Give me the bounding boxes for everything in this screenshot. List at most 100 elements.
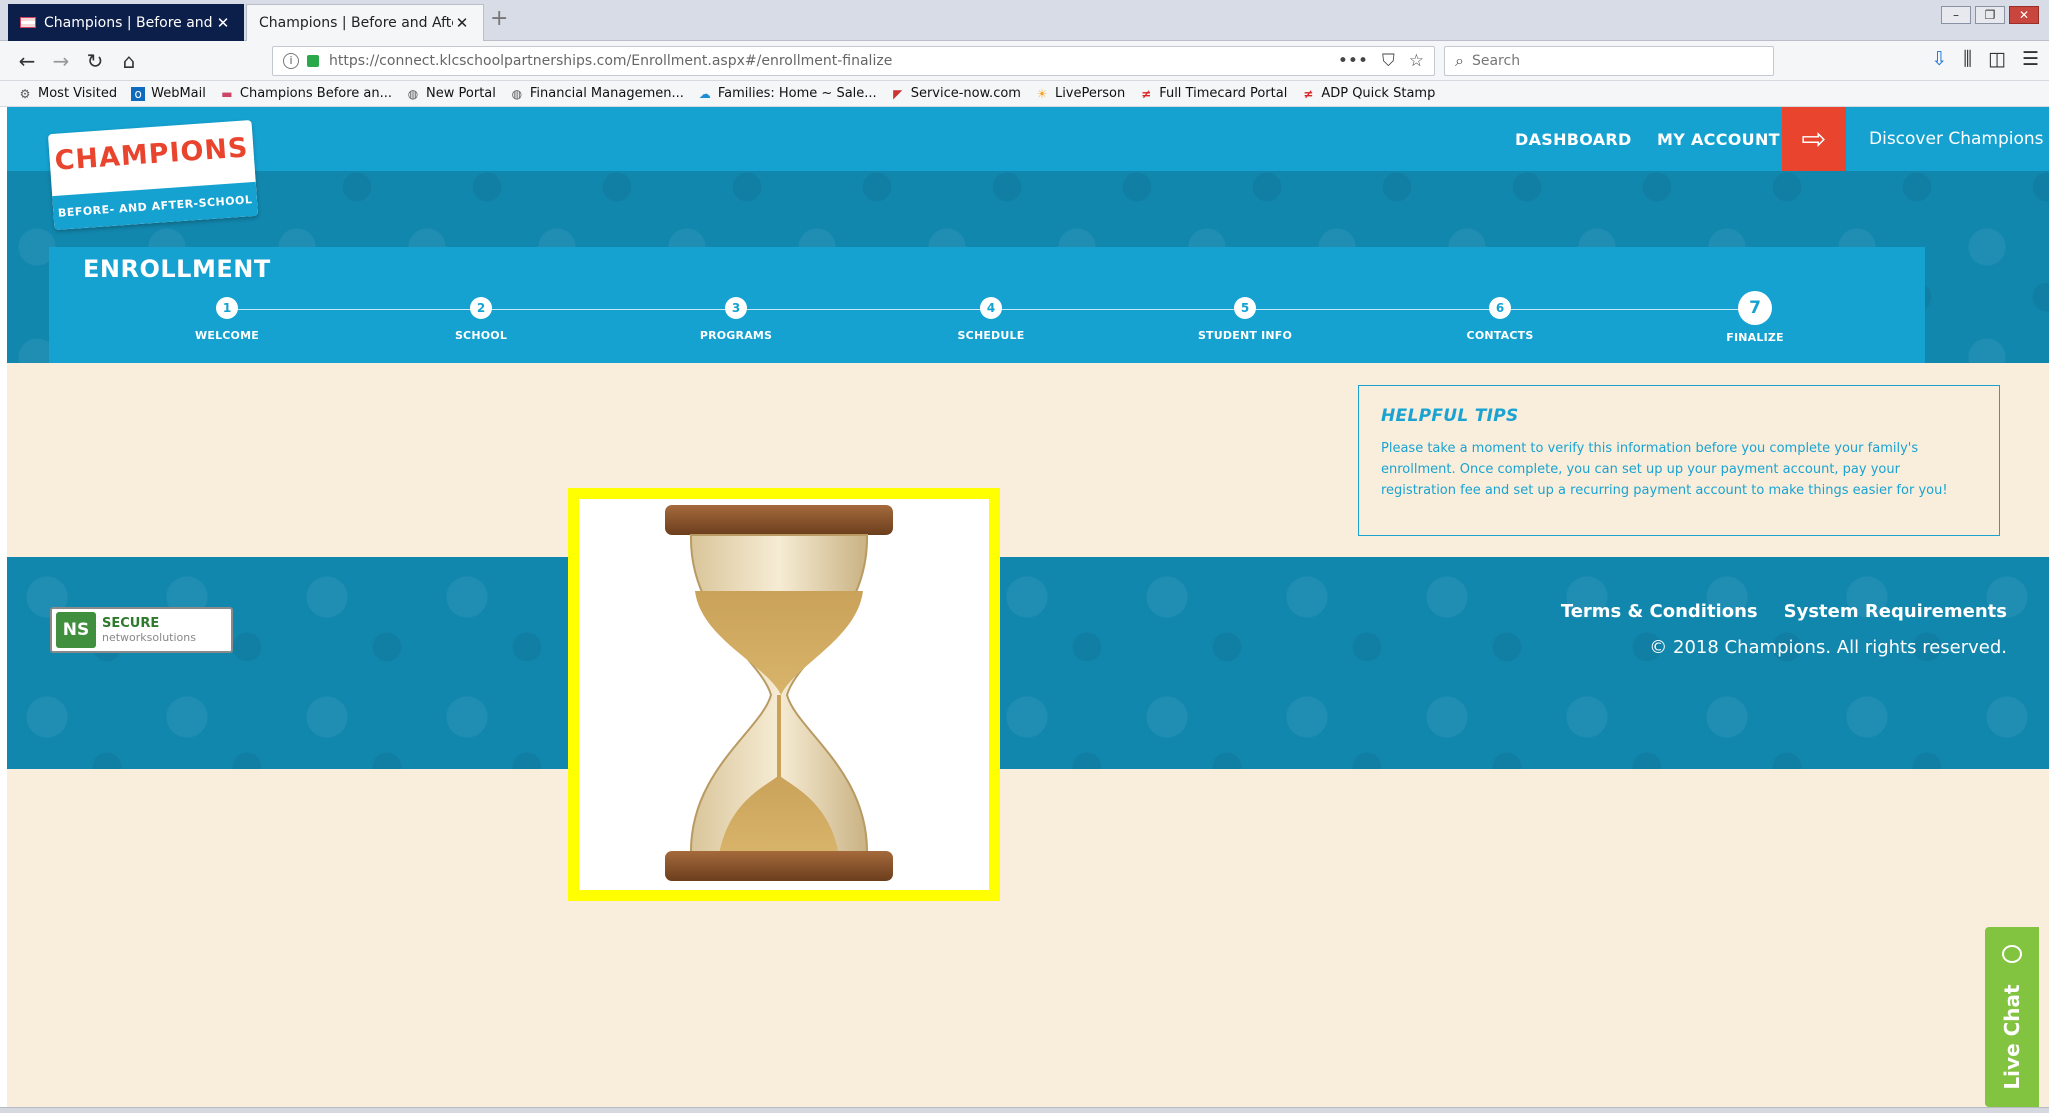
flag-favicon-icon xyxy=(20,17,36,28)
globe-icon: ◍ xyxy=(407,86,419,101)
bookmark-item[interactable]: ≠ Full Timecard Portal xyxy=(1139,86,1287,101)
library-icon[interactable]: ⫼ xyxy=(1963,48,1972,70)
tab-title: Champions | Before and After S xyxy=(44,14,214,31)
step-label: WELCOME xyxy=(195,329,259,342)
bookmark-item[interactable]: o WebMail xyxy=(131,86,206,101)
loading-hourglass-overlay xyxy=(568,488,1000,901)
toolbar-icons: ⇩ ⫼ ◫ ☰ xyxy=(1931,48,2039,70)
reload-icon[interactable]: ↻ xyxy=(82,48,108,74)
step-label: CONTACTS xyxy=(1466,329,1534,342)
bookmark-item[interactable]: ⚙ Most Visited xyxy=(18,86,118,101)
step-label: FINALIZE xyxy=(1726,331,1784,344)
lock-icon[interactable] xyxy=(307,55,319,67)
sun-icon: ☀ xyxy=(1036,86,1048,101)
tab-title: Champions | Before and After Scho xyxy=(259,15,453,31)
bookmark-item[interactable]: ◍ New Portal xyxy=(406,86,496,101)
step-school[interactable]: 2 SCHOOL xyxy=(401,297,561,342)
info-icon[interactable]: i xyxy=(283,53,299,69)
outlook-icon: o xyxy=(131,86,146,101)
page-content: DASHBOARD MY ACCOUNT ⇨ Discover Champion… xyxy=(7,107,2049,1107)
adp-icon: ≠ xyxy=(1303,86,1314,101)
step-number: 1 xyxy=(216,297,238,319)
close-window-icon[interactable]: ✕ xyxy=(2009,6,2039,24)
bookmark-item[interactable]: ◤ Service-now.com xyxy=(891,86,1021,101)
cloud-icon: ☁ xyxy=(698,86,711,101)
terms-link[interactable]: Terms & Conditions xyxy=(1561,601,1758,622)
copyright-text: © 2018 Champions. All rights reserved. xyxy=(1649,637,2007,658)
tips-heading: HELPFUL TIPS xyxy=(1381,406,1519,426)
bookmark-item[interactable]: ▬ Champions Before an... xyxy=(220,86,392,101)
search-input[interactable]: Search xyxy=(1472,53,1520,69)
my-account-link[interactable]: MY ACCOUNT xyxy=(1657,107,1780,171)
step-contacts[interactable]: 6 CONTACTS xyxy=(1420,297,1580,342)
bookmark-item[interactable]: ☀ LivePerson xyxy=(1035,86,1126,101)
menu-icon[interactable]: ☰ xyxy=(2022,48,2039,70)
minimize-icon[interactable]: – xyxy=(1941,6,1971,24)
tips-body: Please take a moment to verify this info… xyxy=(1381,441,1948,498)
browser-tab-bar: Champions | Before and After S ✕ Champio… xyxy=(0,0,2049,41)
new-tab-button[interactable]: + xyxy=(490,6,508,31)
champions-logo[interactable]: CHAMPIONS BEFORE- AND AFTER-SCHOOL xyxy=(47,120,259,230)
servicenow-icon: ◤ xyxy=(893,86,903,101)
taskbar-strip xyxy=(0,1107,2049,1113)
pocket-icon[interactable]: ⛉ xyxy=(1382,51,1395,71)
page-title: ENROLLMENT xyxy=(83,255,271,283)
close-tab-icon[interactable]: ✕ xyxy=(453,14,471,32)
back-arrow-icon[interactable]: ← xyxy=(14,48,40,74)
sidebar-icon[interactable]: ◫ xyxy=(1988,48,2006,70)
bookmark-item[interactable]: ≠ ADP Quick Stamp xyxy=(1301,86,1435,101)
forward-arrow-icon[interactable]: → xyxy=(48,48,74,74)
step-welcome[interactable]: 1 WELCOME xyxy=(147,297,307,342)
download-icon[interactable]: ⇩ xyxy=(1931,48,1947,70)
step-number: 2 xyxy=(470,297,492,319)
dashboard-link[interactable]: DASHBOARD xyxy=(1515,107,1632,171)
chat-bubble-icon xyxy=(2002,945,2022,963)
step-number: 6 xyxy=(1489,297,1511,319)
logout-button[interactable]: ⇨ xyxy=(1782,107,1846,171)
step-number: 5 xyxy=(1234,297,1256,319)
site-footer: NS SECURE networksolutions Terms & Condi… xyxy=(7,557,2049,769)
search-icon: ⌕ xyxy=(1455,51,1464,70)
network-solutions-secure-badge[interactable]: NS SECURE networksolutions xyxy=(50,607,233,653)
step-schedule[interactable]: 4 SCHEDULE xyxy=(911,297,1071,342)
adp-icon: ≠ xyxy=(1141,86,1152,101)
hourglass-icon xyxy=(665,505,893,881)
address-bar-actions: ••• ⛉ ☆ xyxy=(1338,51,1434,71)
search-box[interactable]: ⌕ Search xyxy=(1444,46,1774,76)
helpful-tips-box: HELPFUL TIPS Please take a moment to ver… xyxy=(1358,385,2000,536)
bookmark-item[interactable]: ◍ Financial Managemen... xyxy=(510,86,684,101)
step-programs[interactable]: 3 PROGRAMS xyxy=(656,297,816,342)
gear-icon: ⚙ xyxy=(19,86,31,101)
bookmarks-bar: ⚙ Most Visited o WebMail ▬ Champions Before… xyxy=(0,81,2049,107)
logo-tagline: BEFORE- AND AFTER-SCHOOL xyxy=(52,181,259,230)
close-tab-icon[interactable]: ✕ xyxy=(214,14,232,32)
bookmark-star-icon[interactable]: ☆ xyxy=(1409,51,1424,71)
step-label: SCHEDULE xyxy=(957,329,1025,342)
url-text[interactable]: https://connect.klcschoolpartnerships.co… xyxy=(329,53,1338,69)
live-chat-button[interactable]: Live Chat xyxy=(1985,927,2039,1107)
browser-nav-bar: ← → ↻ ⌂ i https://connect.klcschoolpartn… xyxy=(0,41,2049,81)
footer-links: Terms & Conditions System Requirements xyxy=(1561,601,2007,622)
step-label: SCHOOL xyxy=(454,329,508,342)
live-chat-label: Live Chat xyxy=(2000,984,2024,1090)
address-bar[interactable]: i https://connect.klcschoolpartnerships.… xyxy=(272,46,1435,76)
system-requirements-link[interactable]: System Requirements xyxy=(1784,601,2007,622)
flag-icon: ▬ xyxy=(221,86,233,101)
discover-champions-link[interactable]: Discover Champions xyxy=(1869,107,2044,171)
ns-logo-icon: NS xyxy=(56,612,96,648)
more-actions-icon[interactable]: ••• xyxy=(1338,51,1368,71)
step-number: 4 xyxy=(980,297,1002,319)
badge-secure-text: SECURE xyxy=(102,616,160,631)
browser-tab-2[interactable]: Champions | Before and After Scho ✕ xyxy=(246,4,484,41)
logout-icon: ⇨ xyxy=(1801,121,1827,157)
step-student-info[interactable]: 5 STUDENT INFO xyxy=(1165,297,1325,342)
restore-icon[interactable]: ❐ xyxy=(1975,6,2005,24)
step-number: 7 xyxy=(1738,291,1772,325)
badge-vendor-text: networksolutions xyxy=(102,631,196,644)
browser-tab-1[interactable]: Champions | Before and After S ✕ xyxy=(8,4,244,41)
step-label: PROGRAMS xyxy=(699,329,773,342)
logo-word: CHAMPIONS xyxy=(53,132,250,177)
step-finalize[interactable]: 7 FINALIZE xyxy=(1675,291,1835,344)
bookmark-item[interactable]: ☁ Families: Home ~ Sale... xyxy=(698,86,877,101)
home-icon[interactable]: ⌂ xyxy=(116,48,142,74)
